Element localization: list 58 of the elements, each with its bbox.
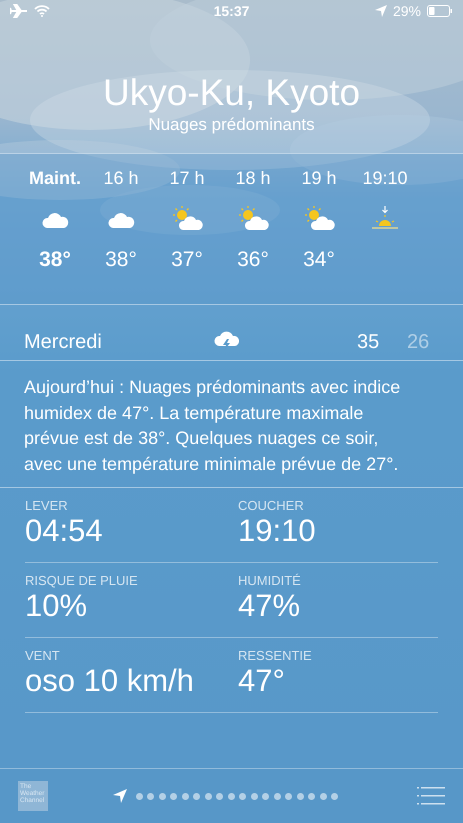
hour-temperature: 37°: [171, 248, 203, 272]
page-dot[interactable]: [239, 792, 246, 800]
wifi-icon: [34, 5, 50, 17]
detail-label: LEVER: [25, 498, 69, 513]
detail-value: 10%: [25, 588, 88, 624]
page-dot[interactable]: [147, 792, 154, 800]
sun-cloud-icon: [171, 206, 203, 232]
detail-label: VENT: [25, 648, 61, 663]
page-dot[interactable]: [158, 792, 166, 800]
hour-label: 19:10: [362, 168, 408, 190]
hour-temperature: 36°: [237, 248, 269, 272]
page-dot[interactable]: [308, 792, 315, 800]
low-temperature: 26: [407, 330, 430, 354]
page-dot[interactable]: [274, 792, 280, 800]
hour-label: 16 h: [103, 168, 139, 190]
page-dot[interactable]: [250, 792, 258, 800]
hour-temperature: 34°: [303, 248, 335, 272]
page-dot[interactable]: [193, 792, 200, 800]
location-arrow-icon[interactable]: [113, 789, 127, 803]
detail-label: RISQUE DE PLUIE: [25, 573, 139, 588]
hour-label: 17 h: [169, 168, 205, 190]
detail-value: 47%: [238, 588, 302, 624]
airplane-icon: [10, 4, 28, 18]
forecast-summary: Aujourd’hui : Nuages prédominants avec indice humidex de 47°. La température maximale prévue est de 38°. Quelques nuages ce soir, avec une température minimale prévue de 27°.: [0, 361, 463, 488]
city-name: Ukyo-Ku, Kyoto: [102, 72, 360, 114]
battery-percentage: 29%: [392, 3, 421, 19]
detail-value: 04:54: [25, 513, 104, 549]
detail-value: 47°: [238, 663, 286, 699]
hour-temperature: 38°: [39, 248, 71, 272]
page-dot[interactable]: [136, 792, 142, 800]
status-time: 15:37: [214, 3, 250, 19]
hour-temperature: 38°: [105, 248, 137, 272]
detail-value: oso 10 km/h: [25, 663, 195, 699]
page-dot[interactable]: [182, 792, 188, 800]
battery-icon: [427, 5, 453, 17]
sun-cloud-icon: [303, 206, 335, 232]
page-dot[interactable]: [262, 792, 269, 800]
detail-label: HUMIDITÉ: [238, 573, 302, 588]
list-icon[interactable]: [417, 787, 445, 805]
hour-label: 19 h: [301, 168, 337, 190]
page-dot[interactable]: [296, 792, 304, 800]
hour-label: Maint.: [29, 168, 81, 190]
page-dot[interactable]: [204, 792, 212, 800]
page-dot[interactable]: [216, 792, 223, 800]
hour-label: 18 h: [235, 168, 271, 190]
weather-condition: Nuages prédominants: [148, 115, 315, 135]
page-dot[interactable]: [331, 792, 338, 800]
location-arrow-icon: [374, 5, 387, 17]
page-dot[interactable]: [170, 792, 177, 800]
detail-value: 19:10: [238, 513, 317, 549]
detail-label: COUCHER: [238, 498, 305, 513]
sun-cloud-icon: [237, 206, 269, 232]
page-dot[interactable]: [228, 792, 234, 800]
detail-label: RESSENTIE: [238, 648, 313, 663]
page-dot[interactable]: [320, 792, 326, 800]
page-dot[interactable]: [285, 792, 292, 800]
day-name: Mercredi: [24, 330, 103, 354]
high-temperature: 35: [357, 330, 380, 354]
